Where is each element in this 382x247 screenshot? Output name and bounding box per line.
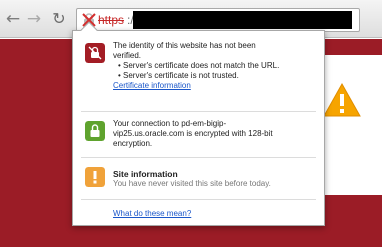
divider (81, 111, 316, 112)
connection-line-2: vip25.us.oracle.com is encrypted with 12… (113, 129, 273, 138)
lock-icon (85, 121, 105, 141)
connection-line-1: Your connection to pd-em-bigip- (113, 119, 227, 128)
identity-bullet-2: • Server's certificate is not trusted. (118, 71, 239, 80)
identity-line-2: verified. (113, 51, 142, 60)
redacted-url-host (133, 11, 352, 29)
reload-button[interactable]: ↻ (50, 10, 68, 28)
divider (81, 199, 316, 200)
divider (81, 157, 316, 158)
warning-icon (85, 167, 105, 187)
back-button[interactable]: ← (4, 10, 22, 28)
site-info-popup: The identity of this website has not bee… (72, 21, 325, 226)
what-do-these-mean-link[interactable]: What do these mean? (113, 209, 191, 219)
certificate-information-link[interactable]: Certificate information (113, 81, 318, 91)
warning-triangle-icon (323, 82, 361, 117)
forward-button[interactable]: → (25, 10, 43, 28)
site-info-text: You have never visited this site before … (113, 179, 271, 188)
identity-section: The identity of this website has not bee… (73, 39, 324, 109)
identity-error-icon (85, 43, 105, 63)
site-info-title: Site information (113, 169, 178, 179)
connection-line-3: encryption. (113, 139, 153, 148)
connection-section: Your connection to pd-em-bigip- vip25.us… (73, 115, 324, 155)
identity-bullet-1: • Server's certificate does not match th… (118, 61, 280, 70)
identity-line-1: The identity of this website has not bee… (113, 41, 256, 50)
address-bar[interactable]: https :// (76, 8, 360, 32)
site-info-section: Site information You have never visited … (73, 161, 324, 195)
url-scheme: https (98, 13, 125, 27)
